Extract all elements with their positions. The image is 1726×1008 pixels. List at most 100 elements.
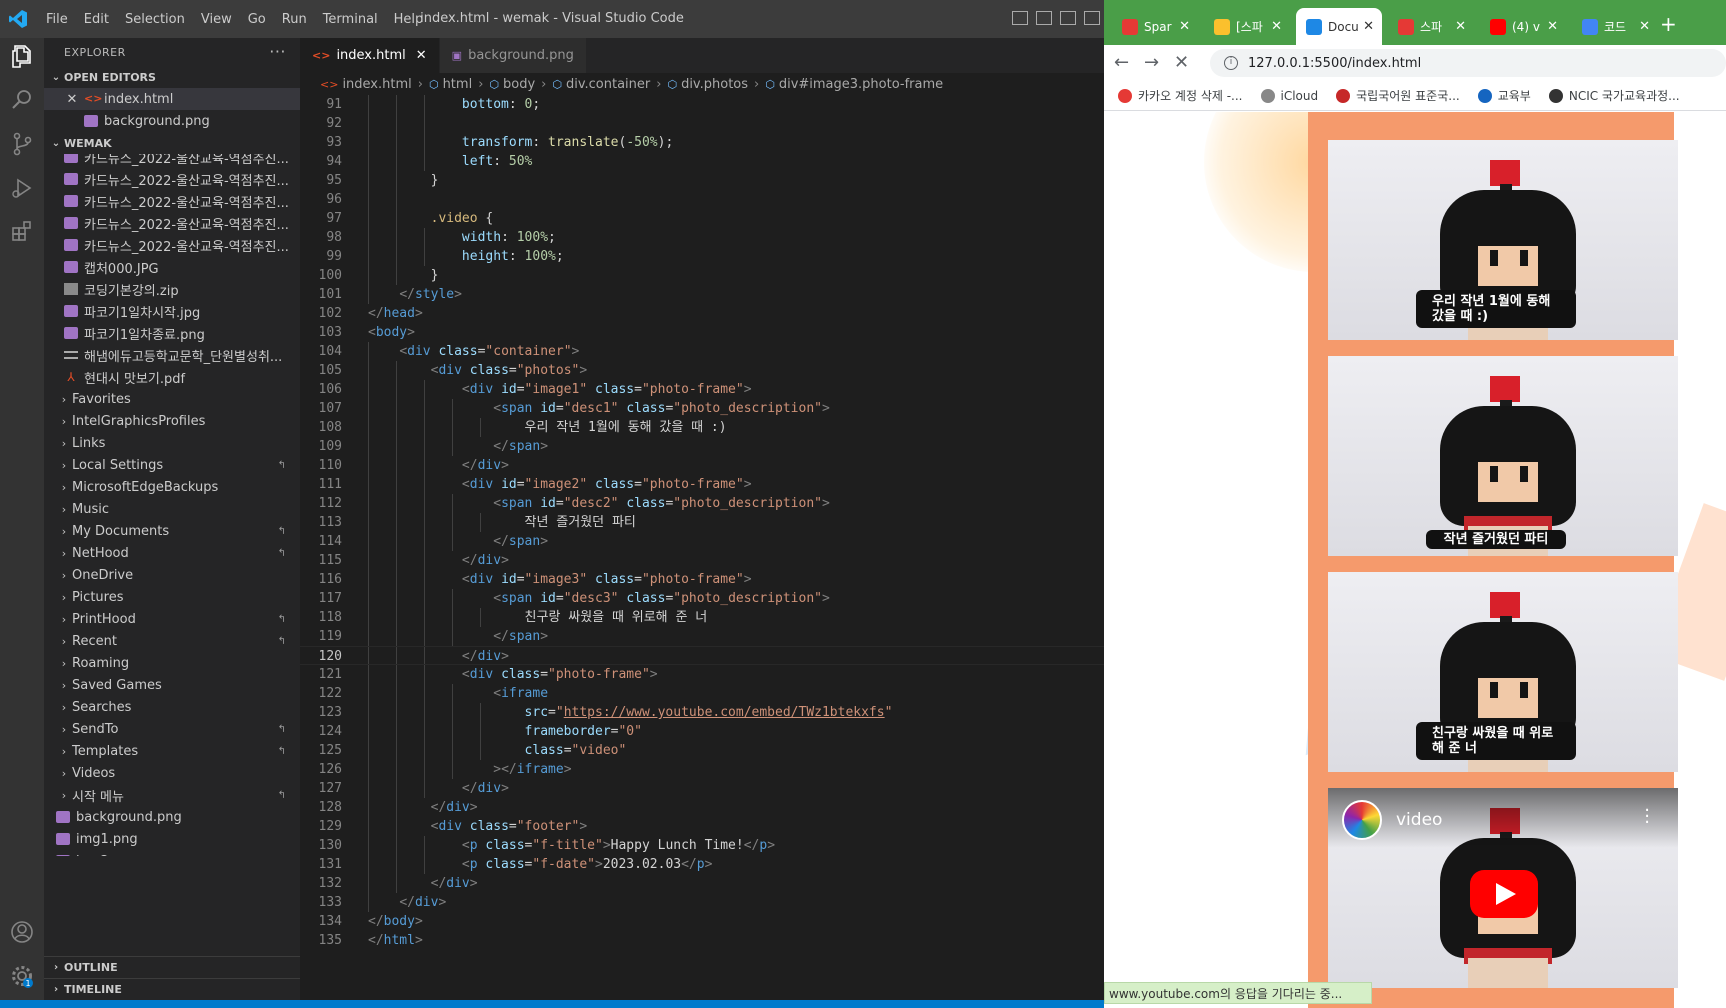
toggle-primary-sidebar-icon[interactable] — [1012, 11, 1028, 25]
folder-item[interactable]: › SendTo ↰ — [44, 718, 300, 740]
manage-gear-icon[interactable]: 1 — [8, 962, 36, 990]
open-editor-item[interactable]: ✕ <> index.html — [44, 88, 300, 110]
breadcrumb-item[interactable]: ⬡ html — [429, 77, 472, 92]
folder-item[interactable]: › IntelGraphicsProfiles — [44, 410, 300, 432]
back-arrow-icon[interactable]: ← — [1114, 52, 1129, 73]
video-frame[interactable]: video · · · — [1328, 788, 1678, 988]
code-line[interactable]: 97 .video { — [300, 209, 1104, 228]
code-line[interactable]: 108 우리 작년 1월에 동해 갔을 때 :) — [300, 418, 1104, 437]
file-item[interactable]: 카드뉴스_2022-울산교육-역점추진... — [44, 154, 300, 168]
file-item[interactable]: img1.png — [44, 828, 300, 850]
code-line[interactable]: 127 </div> — [300, 779, 1104, 798]
editor-tab[interactable]: ▣ background.png — [439, 38, 587, 73]
open-editors-section[interactable]: ⌄ OPEN EDITORS — [44, 66, 300, 88]
code-line[interactable]: 107 <span id="desc1" class="photo_descri… — [300, 399, 1104, 418]
outline-section[interactable]: › OUTLINE — [44, 956, 300, 978]
extensions-icon[interactable] — [8, 218, 36, 246]
menu-item-go[interactable]: Go — [240, 12, 274, 27]
folder-item[interactable]: › Links — [44, 432, 300, 454]
file-item[interactable]: 카드뉴스_2022-울산교육-역점추진... — [44, 212, 300, 234]
close-tab-icon[interactable]: ✕ — [1547, 19, 1558, 34]
file-item[interactable]: img2.png — [44, 850, 300, 856]
menu-item-edit[interactable]: Edit — [76, 12, 117, 27]
bookmark-item[interactable]: 카카오 계정 삭제 -... — [1118, 87, 1243, 104]
code-line[interactable]: 118 친구랑 싸웠을 때 위로해 준 너 — [300, 608, 1104, 627]
code-line[interactable]: 134 </body> — [300, 912, 1104, 931]
source-control-icon[interactable] — [8, 130, 36, 158]
code-line[interactable]: 94 left: 50% — [300, 152, 1104, 171]
file-item[interactable]: background.png — [44, 806, 300, 828]
code-line[interactable]: 123 src="https://www.youtube.com/embed/T… — [300, 703, 1104, 722]
file-item[interactable]: 해냄에듀고등학교문학_단원별성취... — [44, 344, 300, 366]
file-item[interactable]: 카드뉴스_2022-울산교육-역점추진... — [44, 190, 300, 212]
timeline-section[interactable]: › TIMELINE — [44, 978, 300, 1000]
file-item[interactable]: 카드뉴스_2022-울산교육-역점추진... — [44, 234, 300, 256]
url-field[interactable]: i 127.0.0.1:5500/index.html — [1210, 49, 1726, 77]
breadcrumb-item[interactable]: <> index.html — [320, 77, 412, 92]
code-line[interactable]: 125 class="video" — [300, 741, 1104, 760]
folder-item[interactable]: › 시작 메뉴 ↰ — [44, 784, 300, 806]
code-line[interactable]: 98 width: 100%; — [300, 228, 1104, 247]
more-options-icon[interactable]: · · · — [1644, 802, 1650, 832]
bookmark-item[interactable]: 교육부 — [1477, 87, 1531, 104]
browser-tab[interactable]: (4) v ✕ — [1480, 8, 1566, 45]
browser-tab[interactable]: [스파 ✕ — [1204, 8, 1290, 45]
new-tab-icon[interactable]: + — [1660, 12, 1677, 36]
code-line[interactable]: 101 </style> — [300, 285, 1104, 304]
code-line[interactable]: 126 ></iframe> — [300, 760, 1104, 779]
code-line[interactable]: 114 </span> — [300, 532, 1104, 551]
run-debug-icon[interactable] — [8, 174, 36, 202]
folder-item[interactable]: › Music — [44, 498, 300, 520]
close-tab-icon[interactable]: ✕ — [1363, 19, 1374, 34]
menu-item-file[interactable]: File — [38, 12, 76, 27]
browser-tab[interactable]: Docu ✕ — [1296, 8, 1382, 45]
code-line[interactable]: 110 </div> — [300, 456, 1104, 475]
open-editor-item[interactable]: background.png — [44, 110, 300, 132]
code-line[interactable]: 121 <div class="photo-frame"> — [300, 665, 1104, 684]
browser-tab[interactable]: 코드 ✕ — [1572, 8, 1658, 45]
code-line[interactable]: 91 bottom: 0; — [300, 95, 1104, 114]
close-icon[interactable]: ✕ — [416, 48, 427, 63]
close-tab-icon[interactable]: ✕ — [1455, 19, 1466, 34]
bookmark-item[interactable]: iCloud — [1260, 88, 1318, 103]
code-line[interactable]: 120 </div> — [300, 646, 1104, 665]
breadcrumb-item[interactable]: ⬡ div#image3.photo-frame — [765, 77, 943, 92]
editor-tab[interactable]: <> index.html ✕ — [300, 38, 440, 73]
folder-item[interactable]: › PrintHood ↰ — [44, 608, 300, 630]
folder-item[interactable]: › Favorites — [44, 388, 300, 410]
file-item[interactable]: ⅄ 현대시 맛보기.pdf — [44, 366, 300, 388]
folder-item[interactable]: › Videos — [44, 762, 300, 784]
folder-item[interactable]: › Saved Games — [44, 674, 300, 696]
code-line[interactable]: 130 <p class="f-title">Happy Lunch Time!… — [300, 836, 1104, 855]
code-line[interactable]: 100 } — [300, 266, 1104, 285]
code-line[interactable]: 113 작년 즐거웠던 파티 — [300, 513, 1104, 532]
file-item[interactable]: 파코기1일차종료.png — [44, 322, 300, 344]
bookmark-item[interactable]: 국립국어원 표준국... — [1336, 87, 1460, 104]
folder-item[interactable]: › NetHood ↰ — [44, 542, 300, 564]
code-line[interactable]: 99 height: 100%; — [300, 247, 1104, 266]
code-line[interactable]: 105 <div class="photos"> — [300, 361, 1104, 380]
code-line[interactable]: 117 <span id="desc3" class="photo_descri… — [300, 589, 1104, 608]
toggle-secondary-sidebar-icon[interactable] — [1060, 11, 1076, 25]
folder-item[interactable]: › Recent ↰ — [44, 630, 300, 652]
code-editor[interactable]: 91 bottom: 0; 92 93 transform: translate(… — [300, 95, 1104, 950]
menu-item-run[interactable]: Run — [274, 12, 315, 27]
accounts-icon[interactable] — [8, 918, 36, 946]
code-line[interactable]: 102 </head> — [300, 304, 1104, 323]
file-item[interactable]: 카드뉴스_2022-울산교육-역점추진... — [44, 168, 300, 190]
channel-avatar[interactable] — [1342, 800, 1382, 840]
customize-layout-icon[interactable] — [1084, 11, 1100, 25]
code-line[interactable]: 104 <div class="container"> — [300, 342, 1104, 361]
code-line[interactable]: 119 </span> — [300, 627, 1104, 646]
code-line[interactable]: 96 — [300, 190, 1104, 209]
code-line[interactable]: 93 transform: translate(-50%); — [300, 133, 1104, 152]
code-line[interactable]: 128 </div> — [300, 798, 1104, 817]
menu-item-view[interactable]: View — [193, 12, 240, 27]
folder-section[interactable]: ⌄ WEMAK — [44, 132, 300, 154]
more-actions-icon[interactable]: ··· — [269, 42, 286, 61]
menu-item-terminal[interactable]: Terminal — [315, 12, 386, 27]
close-icon[interactable]: ✕ — [64, 92, 80, 107]
code-line[interactable]: 124 frameborder="0" — [300, 722, 1104, 741]
folder-item[interactable]: › My Documents ↰ — [44, 520, 300, 542]
code-line[interactable]: 133 </div> — [300, 893, 1104, 912]
